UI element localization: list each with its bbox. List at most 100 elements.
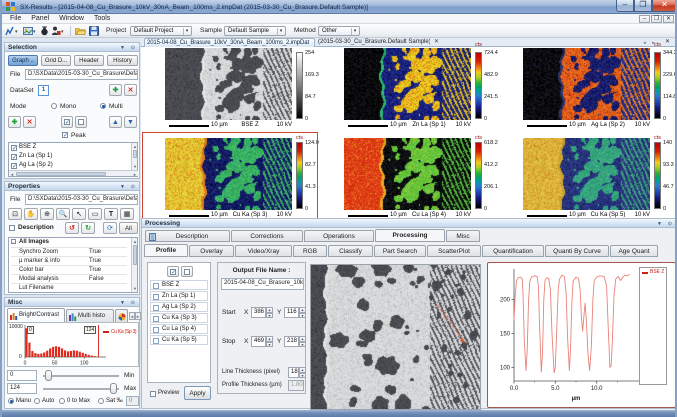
list-item[interactable]: BSE Z bbox=[19, 143, 36, 152]
dataset-stepper[interactable]: 1 bbox=[38, 85, 49, 96]
file-path-field[interactable]: D:\SXData\2015-03-30_Cu_Brasure\Defau bbox=[25, 69, 138, 80]
signal-checkbox[interactable] bbox=[153, 337, 159, 344]
uncheck-all-button[interactable] bbox=[181, 266, 193, 277]
vertical-scrollbar[interactable]: ▲ ▼ bbox=[131, 143, 137, 170]
property-name[interactable]: Color bar bbox=[19, 266, 44, 274]
property-value[interactable]: True bbox=[89, 257, 101, 265]
scroll-down-icon[interactable]: ▼ bbox=[133, 164, 137, 169]
apply-lut-button[interactable]: ↻ bbox=[81, 222, 95, 234]
manu-radio[interactable] bbox=[8, 398, 14, 404]
map-panel-ag-la[interactable]: cts 344.3 229.6 114.8 0 10 µm Ag La (Sp … bbox=[500, 42, 675, 132]
signal-checkbox[interactable] bbox=[11, 145, 17, 152]
move-up-button[interactable]: ▲ bbox=[109, 116, 122, 128]
histogram-min-marker[interactable]: 0 bbox=[27, 326, 34, 334]
tab-graph[interactable]: Graph .. bbox=[8, 55, 38, 66]
tab-corrections[interactable]: Corrections bbox=[231, 230, 303, 242]
start-y-field[interactable]: 116 bbox=[284, 307, 299, 318]
map-image[interactable] bbox=[165, 48, 292, 120]
subtab-profile[interactable]: Profile bbox=[144, 244, 188, 257]
signal-row[interactable]: Cu Ka (Sp 5) bbox=[150, 335, 208, 345]
user-tool-icon[interactable] bbox=[51, 26, 61, 36]
signal-row[interactable]: Cu La (Sp 4) bbox=[150, 324, 208, 334]
scroll-up-icon[interactable]: ▲ bbox=[133, 239, 137, 244]
property-value[interactable]: True bbox=[89, 248, 101, 256]
stop-x-down[interactable]: ▼ bbox=[266, 341, 273, 347]
mode-mono-radio[interactable] bbox=[51, 103, 57, 109]
scrollbar-thumb[interactable] bbox=[133, 150, 137, 158]
stop-x-field[interactable]: 469 bbox=[251, 336, 266, 347]
collapse-icon[interactable]: ▼ bbox=[120, 184, 125, 190]
collapse-icon[interactable]: ▼ bbox=[120, 45, 125, 51]
property-name[interactable]: Modal analysis bbox=[19, 275, 59, 283]
subtab-rgb[interactable]: RGB bbox=[293, 245, 327, 257]
min-slider-thumb[interactable] bbox=[45, 370, 52, 381]
map-panel-cu-ka3[interactable]: cts 124.0 82.7 41.3 0 10 µm Cu Ka (Sp 3)… bbox=[142, 132, 321, 221]
line-thickness-field[interactable]: 18 bbox=[288, 367, 299, 378]
magnifier-button[interactable]: 🔍 bbox=[56, 208, 70, 220]
uncheck-all-button[interactable] bbox=[75, 116, 87, 128]
mdi-restore-button[interactable]: ❐ bbox=[651, 15, 662, 23]
subtab-quanti-by-curve[interactable]: Quanti By Curve bbox=[545, 245, 609, 257]
tab-header[interactable]: Header bbox=[74, 55, 104, 66]
signal-row[interactable]: Ag La (Sp 2) bbox=[150, 302, 208, 312]
scroll-right-icon[interactable]: ► bbox=[133, 172, 137, 177]
text-tool-button[interactable]: T bbox=[104, 208, 118, 220]
tab-multi-histo[interactable]: Multi histo bbox=[66, 309, 114, 322]
subtab-overlay[interactable]: Overlay bbox=[189, 245, 234, 257]
map-panel-cu-ka5[interactable]: cts 140 93.3 46.7 0 10 µm Cu Ka (Sp 5) 1… bbox=[500, 134, 675, 219]
scroll-up-icon[interactable]: ▲ bbox=[133, 144, 137, 149]
collapse-group-icon[interactable]: – bbox=[11, 239, 16, 244]
map-image[interactable] bbox=[344, 138, 471, 210]
description-checkbox[interactable] bbox=[9, 225, 15, 231]
signal-checkbox[interactable] bbox=[153, 315, 159, 322]
zoom-in-button[interactable]: ⊕ bbox=[40, 208, 54, 220]
signal-checkbox[interactable] bbox=[153, 282, 159, 289]
preview-checkbox[interactable] bbox=[150, 391, 156, 397]
tab-impdat-active[interactable]: 2015-04-08_Cu_Brasure_10kV_30nA_Beam_100… bbox=[144, 38, 315, 47]
line-thickness-down[interactable]: ▼ bbox=[299, 372, 306, 378]
menu-tools[interactable]: Tools bbox=[94, 14, 110, 24]
tab-operations[interactable]: Operations bbox=[304, 230, 374, 242]
vertical-scrollbar[interactable]: ▲ ▼ bbox=[131, 238, 137, 292]
pan-hand-button[interactable]: ✋ bbox=[24, 208, 38, 220]
stop-y-down[interactable]: ▼ bbox=[299, 341, 306, 347]
map-panel-zn-la[interactable]: cts 724.4 482.9 241.5 0 10 µm Zn La (Sp … bbox=[321, 42, 500, 132]
collapse-icon[interactable]: ▼ bbox=[657, 221, 662, 227]
stop-y-field[interactable]: 218 bbox=[284, 336, 299, 347]
signal-checkbox[interactable] bbox=[11, 154, 17, 161]
tab-lut[interactable] bbox=[115, 309, 128, 322]
map-image[interactable] bbox=[523, 138, 650, 210]
menu-file[interactable]: File bbox=[10, 14, 21, 24]
mdi-minimize-button[interactable]: – bbox=[639, 15, 650, 23]
property-value[interactable]: True bbox=[89, 266, 101, 274]
subtab-part-search[interactable]: Part Search bbox=[374, 245, 426, 257]
signal-row[interactable]: Zn La (Sp 1) bbox=[150, 291, 208, 301]
map-image[interactable] bbox=[344, 48, 471, 120]
open-folder-icon[interactable] bbox=[75, 26, 87, 36]
mode-multi-radio[interactable] bbox=[100, 103, 106, 109]
max-slider-track[interactable] bbox=[43, 388, 119, 390]
peak-checkbox[interactable] bbox=[62, 132, 68, 139]
subtab-quantification[interactable]: Quantification bbox=[482, 245, 544, 257]
mdi-close-button[interactable]: ✕ bbox=[663, 15, 674, 23]
property-value[interactable]: False bbox=[89, 275, 104, 283]
pin-icon[interactable]: ⊙ bbox=[131, 184, 135, 190]
tab-sample-inactive[interactable]: (2015-03-30_Cu_Brasure.Default Sample) bbox=[316, 38, 430, 47]
zoom-fit-button[interactable]: ⊡ bbox=[8, 208, 22, 220]
image-tool-dropdown-icon[interactable]: ▾ bbox=[33, 29, 36, 35]
menu-panel[interactable]: Panel bbox=[31, 14, 49, 24]
list-item-label[interactable]: Ag La (Sp 2) bbox=[19, 161, 53, 170]
scroll-down-icon[interactable]: ▼ bbox=[133, 286, 137, 291]
all-button[interactable]: All bbox=[119, 222, 138, 234]
max-value-field[interactable]: 124 bbox=[7, 383, 37, 394]
refresh-button[interactable]: ⟳ bbox=[103, 222, 117, 234]
list-item-label[interactable]: Zn La (Sp 1) bbox=[19, 152, 52, 161]
subtab-scatterplot[interactable]: ScatterPlot bbox=[427, 245, 481, 257]
collapse-icon[interactable]: ▼ bbox=[120, 300, 125, 306]
minimize-button[interactable]: – bbox=[616, 0, 634, 12]
map-panel-bse-z[interactable]: 254 169.3 84.7 0 10 µm BSE Z 10 kV bbox=[142, 47, 321, 132]
tab-scroll-left[interactable]: ◄ bbox=[641, 40, 648, 46]
remove-dataset-button[interactable]: ✕ bbox=[124, 84, 137, 96]
check-all-button[interactable] bbox=[61, 116, 73, 128]
select-rect-button[interactable]: ▭ bbox=[88, 208, 102, 220]
